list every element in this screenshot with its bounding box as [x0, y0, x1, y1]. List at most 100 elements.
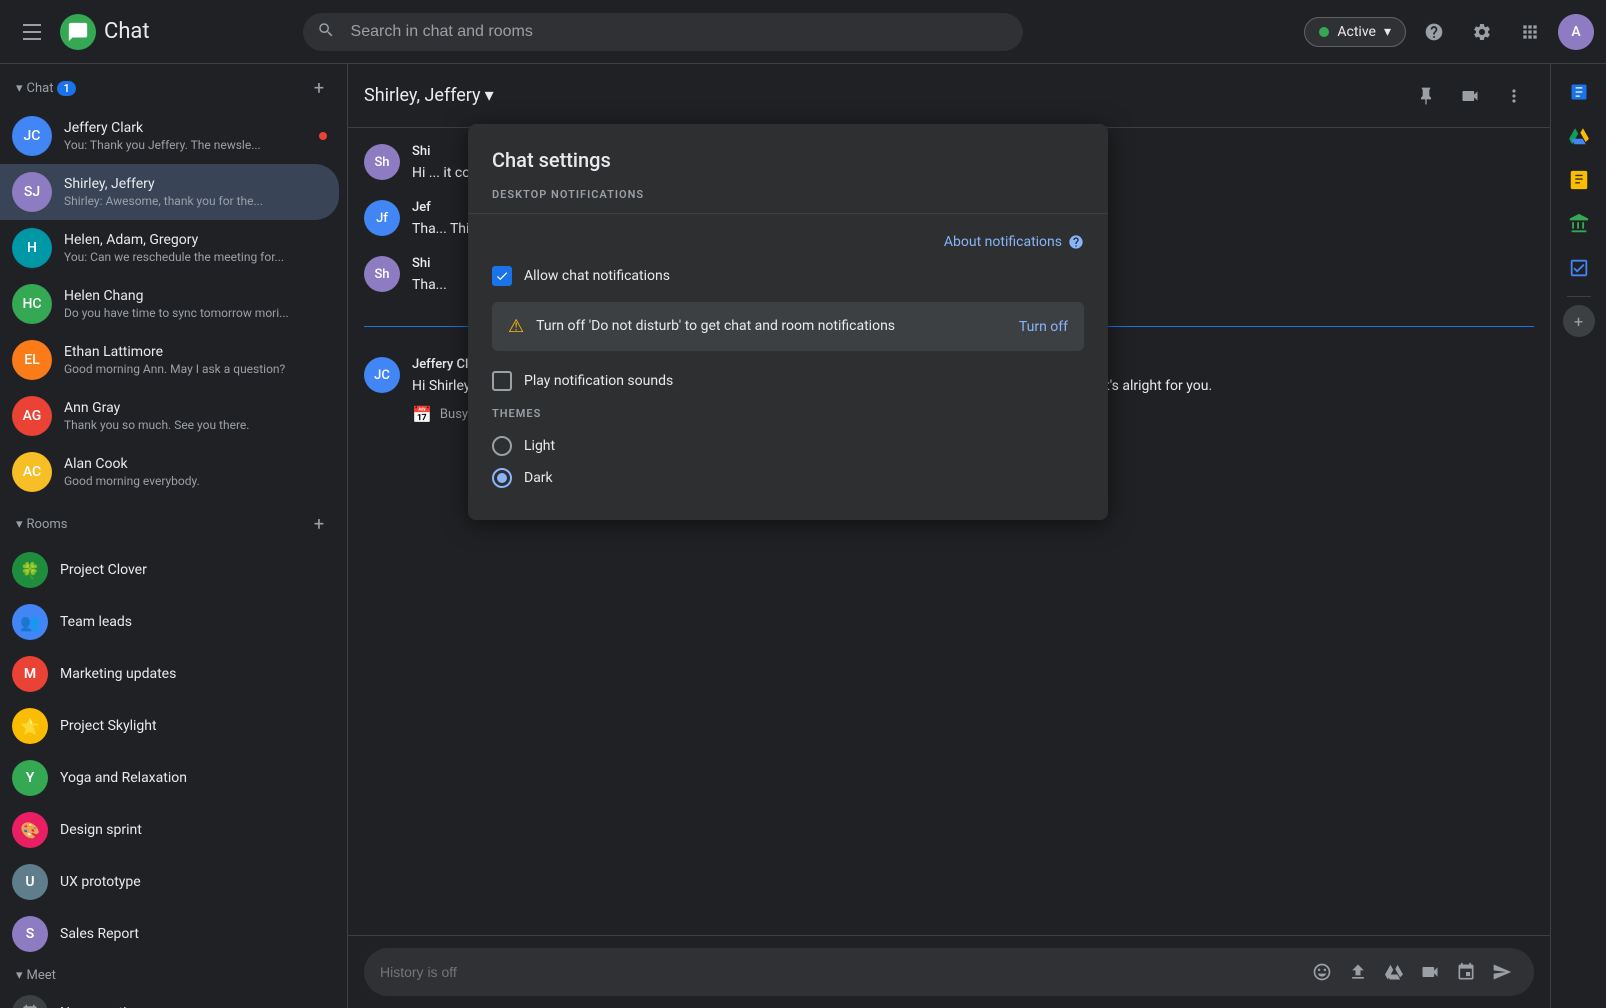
avatar: AG [12, 396, 52, 436]
avatar: JC [12, 116, 52, 156]
search-input[interactable] [303, 13, 1023, 51]
chat-item-helen-chang[interactable]: HC Helen Chang Do you have time to sync … [0, 276, 339, 332]
right-panel-drive-icon[interactable] [1559, 116, 1599, 156]
chat-item-jeffery-clark[interactable]: JC Jeffery Clark You: Thank you Jeffery.… [0, 108, 339, 164]
play-sounds-label: Play notification sounds [524, 373, 673, 389]
chat-info: Ethan Lattimore Good morning Ann. May I … [64, 344, 327, 376]
user-avatar[interactable]: A [1558, 14, 1594, 50]
chat-item-ann-gray[interactable]: AG Ann Gray Thank you so much. See you t… [0, 388, 339, 444]
active-status-button[interactable]: Active ▾ [1304, 17, 1406, 47]
theme-light-row: Light [492, 436, 1084, 456]
apps-icon [1520, 22, 1540, 42]
chat-name: Ann Gray [64, 400, 327, 416]
chat-item-alan-cook[interactable]: AC Alan Cook Good morning everybody. [0, 444, 339, 500]
turn-off-dnd-button[interactable]: Turn off [1019, 319, 1068, 335]
chevron-down-icon: ▾ [16, 81, 23, 96]
about-notifications-link[interactable]: About notifications [944, 234, 1084, 250]
chat-item-shirley-jeffery[interactable]: SJ Shirley, Jeffery Shirley: Awesome, th… [0, 164, 339, 220]
chat-badge: 1 [57, 81, 75, 96]
right-panel-tasks-icon[interactable] [1559, 248, 1599, 288]
room-item-sales-report[interactable]: S Sales Report [0, 908, 339, 960]
room-item-ux-prototype[interactable]: U UX prototype [0, 856, 339, 908]
avatar: HC [12, 284, 52, 324]
theme-dark-label: Dark [524, 470, 553, 486]
right-panel-contacts-icon[interactable] [1559, 204, 1599, 244]
theme-light-radio[interactable] [492, 436, 512, 456]
chevron-down-icon: ▾ [1384, 24, 1391, 40]
room-icon: S [12, 916, 48, 952]
settings-body: About notifications Allow chat notificat… [468, 214, 1108, 520]
allow-chat-notifications-label: Allow chat notifications [524, 268, 670, 284]
active-status-label: Active [1337, 24, 1376, 40]
room-item-project-clover[interactable]: 🍀 Project Clover [0, 544, 339, 596]
room-icon: 🎨 [12, 812, 48, 848]
chat-preview: Do you have time to sync tomorrow mori..… [64, 306, 327, 320]
overlay-backdrop[interactable]: Chat settings DESKTOP NOTIFICATIONS Abou… [348, 64, 1550, 1008]
topbar-right: Active ▾ A [1304, 12, 1594, 52]
chat-item-ethan-lattimore[interactable]: EL Ethan Lattimore Good morning Ann. May… [0, 332, 339, 388]
meet-section-toggle[interactable]: ▾ Meet [16, 968, 56, 983]
room-name: Marketing updates [60, 666, 176, 682]
right-panel-calendar-icon[interactable] [1559, 72, 1599, 112]
chat-info: Ann Gray Thank you so much. See you ther… [64, 400, 327, 432]
room-icon: U [12, 864, 48, 900]
chat-section-toggle[interactable]: ▾ Chat 1 [16, 81, 76, 96]
room-name: Sales Report [60, 926, 139, 942]
room-item-project-skylight[interactable]: 🌟 Project Skylight [0, 700, 339, 752]
dnd-warning-icon: ⚠ [508, 316, 524, 337]
settings-about-row: About notifications [492, 234, 1084, 250]
apps-button[interactable] [1510, 12, 1550, 52]
chevron-down-icon: ▾ [16, 968, 23, 983]
dnd-banner: ⚠ Turn off 'Do not disturb' to get chat … [492, 302, 1084, 351]
meet-item-new-meeting[interactable]: New meeting [0, 987, 339, 1008]
desktop-notifications-label: DESKTOP NOTIFICATIONS [468, 188, 1108, 214]
chat-item-helen-adam-gregory[interactable]: H Helen, Adam, Gregory You: Can we resch… [0, 220, 339, 276]
chat-info: Helen, Adam, Gregory You: Can we resched… [64, 232, 327, 264]
chat-info: Jeffery Clark You: Thank you Jeffery. Th… [64, 120, 307, 152]
room-icon: 👥 [12, 604, 48, 640]
search-icon [317, 21, 335, 43]
room-name: Team leads [60, 614, 132, 630]
chat-info: Alan Cook Good morning everybody. [64, 456, 327, 488]
room-icon: 🍀 [12, 552, 48, 588]
allow-chat-notifications-checkbox[interactable] [492, 266, 512, 286]
room-icon: Y [12, 760, 48, 796]
room-name: Design sprint [60, 822, 142, 838]
chat-logo-icon [67, 21, 89, 43]
meet-section-header: ▾ Meet [0, 960, 347, 987]
room-item-marketing-updates[interactable]: M Marketing updates [0, 648, 339, 700]
help-circle-icon [1068, 234, 1084, 250]
checkmark-icon [495, 269, 509, 283]
right-panel-add-button[interactable]: + [1563, 305, 1595, 337]
room-item-yoga-relaxation[interactable]: Y Yoga and Relaxation [0, 752, 339, 804]
tasks-app-icon [1568, 257, 1590, 279]
room-name: Project Skylight [60, 718, 157, 734]
rooms-section-toggle[interactable]: ▾ Rooms [16, 517, 67, 532]
avatar: SJ [12, 172, 52, 212]
right-panel-divider [1567, 296, 1591, 297]
right-panel-keep-icon[interactable] [1559, 160, 1599, 200]
theme-dark-radio[interactable] [492, 468, 512, 488]
chat-name: Ethan Lattimore [64, 344, 327, 360]
drive-app-icon [1568, 125, 1590, 147]
help-button[interactable] [1414, 12, 1454, 52]
room-item-design-sprint[interactable]: 🎨 Design sprint [0, 804, 339, 856]
calendar-app-icon [1569, 82, 1589, 102]
keep-app-icon [1568, 169, 1590, 191]
chat-section-label: Chat [27, 81, 54, 96]
chat-name: Shirley, Jeffery [64, 176, 327, 192]
play-sounds-checkbox[interactable] [492, 371, 512, 391]
chat-name: Alan Cook [64, 456, 327, 472]
contacts-app-icon [1568, 213, 1590, 235]
settings-button[interactable] [1462, 12, 1502, 52]
chat-add-button[interactable]: + [303, 72, 335, 104]
app-title: Chat [104, 19, 150, 44]
rooms-add-button[interactable]: + [303, 508, 335, 540]
avatar: EL [12, 340, 52, 380]
room-name: Project Clover [60, 562, 147, 578]
hamburger-menu[interactable] [12, 12, 52, 52]
avatar: H [12, 228, 52, 268]
room-item-team-leads[interactable]: 👥 Team leads [0, 596, 339, 648]
chat-preview: You: Thank you Jeffery. The newsle... [64, 138, 307, 152]
dnd-text: Turn off 'Do not disturb' to get chat an… [536, 317, 1007, 337]
